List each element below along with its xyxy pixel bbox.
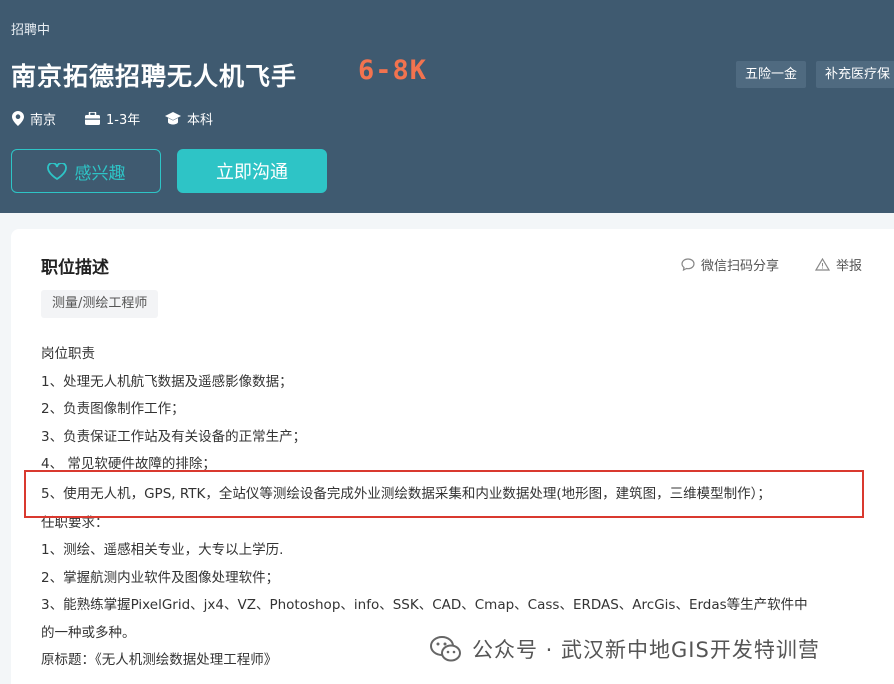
description-line: 3、负责保证工作站及有关设备的正常生产；	[41, 428, 307, 445]
chat-bubble-icon	[681, 258, 695, 271]
job-status: 招聘中	[11, 23, 51, 38]
benefit-tag: 五险一金	[736, 61, 807, 88]
description-line: 5、使用无人机，GPS, RTK，全站仪等测绘设备完成外业测绘数据采集和内业数据…	[41, 485, 771, 502]
description-line: 3、能熟练掌握PixelGrid、jx4、VZ、Photoshop、info、S…	[41, 597, 808, 613]
benefit-tag: 补充医疗保	[816, 61, 894, 88]
section-title: 职位描述	[41, 258, 109, 278]
warning-icon	[815, 258, 830, 271]
report-label: 举报	[836, 259, 863, 274]
meta-experience: 1-3年	[85, 108, 140, 128]
interest-label: 感兴趣	[74, 163, 126, 184]
heart-icon	[46, 162, 67, 180]
meta-education: 本科	[165, 108, 213, 128]
description-line: 4、 常见软硬件故障的排除；	[41, 456, 216, 472]
watermark-text: 公众号 · 武汉新中地GIS开发特训营	[472, 638, 820, 662]
experience-text: 1-3年	[106, 112, 141, 128]
description-line: 岗位职责	[41, 346, 95, 362]
job-description-text: 岗位职责 1、处理无人机航飞数据及遥感影像数据； 2、负责图像制作工作； 3、负…	[41, 341, 881, 675]
location-pin-icon	[12, 110, 24, 126]
description-line: 1、处理无人机航飞数据及遥感影像数据；	[41, 373, 293, 390]
description-line: 2、掌握航测内业软件及图像处理软件；	[41, 569, 280, 586]
location-text: 南京	[30, 112, 57, 128]
meta-location: 南京	[12, 108, 56, 128]
watermark: 公众号 · 武汉新中地GIS开发特训营	[430, 632, 820, 666]
education-text: 本科	[187, 112, 214, 128]
briefcase-icon	[85, 111, 100, 125]
description-line: 任职要求：	[41, 514, 109, 531]
salary: 6-8K	[358, 55, 428, 86]
job-description-card: 职位描述 微信扫码分享 举报 测量/测绘工程师 岗位职责 1、处理无人机航飞数据…	[11, 229, 894, 684]
wechat-icon	[430, 636, 461, 662]
wechat-share-button[interactable]: 微信扫码分享	[681, 255, 779, 274]
share-label: 微信扫码分享	[701, 259, 780, 274]
job-header: 招聘中 南京拓德招聘无人机飞手 6-8K 五险一金 补充医疗保 南京 1-3年 …	[0, 0, 894, 213]
graduation-cap-icon	[165, 111, 181, 124]
report-button[interactable]: 举报	[815, 255, 862, 274]
job-category-tag: 测量/测绘工程师	[41, 290, 159, 318]
interest-button[interactable]: 感兴趣	[11, 149, 161, 193]
description-line: 1、测绘、遥感相关专业，大专以上学历.	[41, 542, 284, 558]
job-title: 南京拓德招聘无人机飞手	[11, 62, 298, 91]
description-line: 2、负责图像制作工作；	[41, 401, 185, 417]
chat-now-button[interactable]: 立即沟通	[177, 149, 327, 193]
